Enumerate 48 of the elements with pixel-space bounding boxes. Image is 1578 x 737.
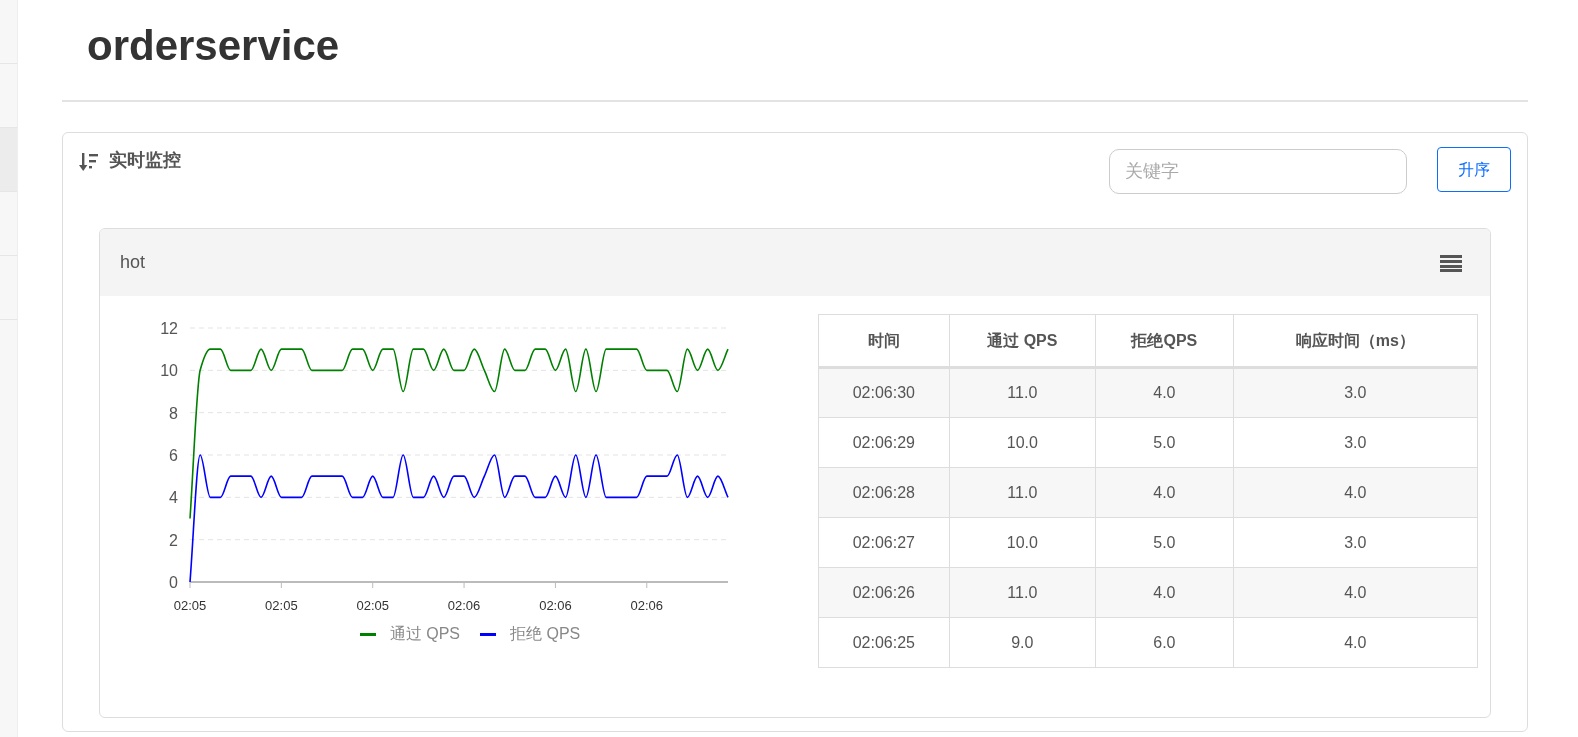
table-cell: 5.0 xyxy=(1095,417,1234,468)
x-tick-label: 02:06 xyxy=(447,598,481,613)
y-tick-label: 0 xyxy=(169,574,178,591)
y-tick-label: 10 xyxy=(160,362,178,380)
keyword-search-field[interactable]: 关键字 xyxy=(1109,149,1407,194)
table-cell: 9.0 xyxy=(949,617,1096,668)
table-cell: 11.0 xyxy=(949,567,1096,618)
x-tick-label: 02:05 xyxy=(173,598,207,613)
table-cell: 3.0 xyxy=(1233,517,1478,568)
legend-label[interactable]: 通过 QPS xyxy=(389,622,460,646)
legend-swatch xyxy=(480,632,496,636)
table-cell: 10.0 xyxy=(949,517,1096,568)
y-tick-label: 4 xyxy=(169,489,178,507)
y-tick-label: 6 xyxy=(169,447,178,464)
sort-icon xyxy=(79,151,99,173)
table-cell: 4.0 xyxy=(1095,567,1234,618)
table-cell: 3.0 xyxy=(1233,417,1478,468)
table-cell: 4.0 xyxy=(1233,467,1478,518)
page-title: orderservice xyxy=(87,21,341,71)
table-cell: 02:06:30 xyxy=(818,367,950,418)
x-tick-label: 02:05 xyxy=(265,598,298,613)
table-cell: 11.0 xyxy=(949,467,1096,518)
y-tick-label: 8 xyxy=(169,404,178,422)
table-cell: 02:06:27 xyxy=(818,517,950,568)
y-tick-label: 2 xyxy=(169,531,178,549)
legend-label[interactable]: 拒绝 QPS xyxy=(510,622,581,646)
panel-title: 实时监控 xyxy=(109,149,181,172)
table-cell: 4.0 xyxy=(1233,567,1478,618)
x-tick-label: 02:05 xyxy=(356,598,389,613)
table-cell: 4.0 xyxy=(1095,467,1234,518)
table-cell: 02:06:26 xyxy=(818,567,950,618)
menu-icon[interactable] xyxy=(1440,253,1462,272)
table-cell: 02:06:28 xyxy=(818,467,950,518)
ascending-sort-button[interactable]: 升序 xyxy=(1437,147,1511,192)
table-cell: 10.0 xyxy=(949,417,1096,468)
table-cell: 3.0 xyxy=(1233,367,1478,418)
table-cell: 6.0 xyxy=(1095,617,1234,668)
table-cell: 4.0 xyxy=(1233,617,1478,668)
table-cell: 4.0 xyxy=(1095,367,1234,418)
legend-swatch xyxy=(359,632,376,636)
resource-name: hot xyxy=(120,251,146,274)
x-tick-label: 02:06 xyxy=(630,598,664,613)
table-cell: 02:06:25 xyxy=(818,617,950,668)
x-tick-label: 02:06 xyxy=(539,598,572,613)
table-cell: 5.0 xyxy=(1095,517,1234,568)
table-cell: 02:06:29 xyxy=(818,417,950,468)
table-cell: 11.0 xyxy=(949,367,1096,418)
y-tick-label: 12 xyxy=(160,320,178,337)
